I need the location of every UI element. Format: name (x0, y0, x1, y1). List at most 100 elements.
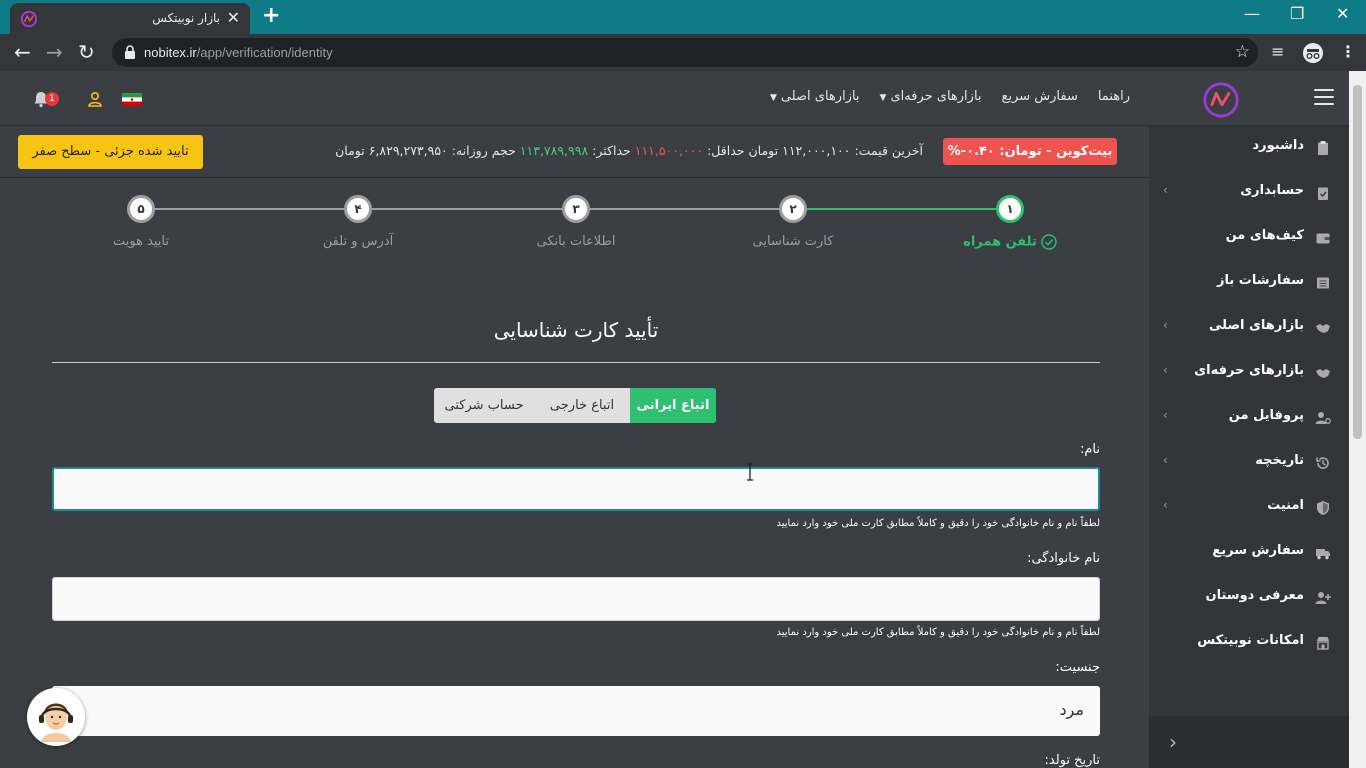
nav-main-markets[interactable]: بازارهای اصلی▼ (770, 89, 860, 104)
reading-list-icon[interactable]: ≡ (1271, 42, 1284, 61)
step-2-label: کارت شناسایی (752, 234, 834, 249)
sidebar-collapse-bar[interactable]: › (1149, 716, 1349, 768)
chevron-left-icon: ‹ (1163, 363, 1168, 377)
user-gear-icon (1315, 412, 1331, 424)
tab-foreign-nationals[interactable]: اتباع خارجی (534, 388, 630, 423)
sidebar-item-wallets[interactable]: کیف‌های من (1149, 216, 1349, 261)
step-1-label: تلفن همراه (930, 234, 1090, 250)
step-connector-done (793, 208, 1010, 210)
sidebar: داشبورد حسابداری ‹ کیف‌های من سفارشات با… (1149, 126, 1349, 768)
chevron-left-icon: ‹ (1163, 453, 1168, 467)
browser-tab-strip: بازار نوبیتکس ✕ + — ❐ ✕ (0, 0, 1366, 34)
shield-icon (1317, 501, 1329, 515)
forward-icon[interactable]: → (46, 41, 63, 63)
chevron-right-icon[interactable]: › (1169, 730, 1177, 754)
sidebar-item-pro-markets[interactable]: بازارهای حرفه‌ای ‹ (1149, 351, 1349, 396)
sidebar-item-main-markets[interactable]: بازارهای اصلی ‹ (1149, 306, 1349, 351)
back-icon[interactable]: ← (14, 41, 31, 63)
chevron-left-icon: ‹ (1163, 408, 1168, 422)
gender-label: جنسیت: (1055, 660, 1100, 675)
sidebar-item-label: کیف‌های من (1225, 228, 1304, 243)
verification-stepper: ۱ ۲ ۳ ۴ ۵ تلفن همراه کارت شناسایی اطلاعا… (0, 178, 1149, 278)
sidebar-item-label: امکانات نوبیتکس (1197, 633, 1304, 648)
bookmark-star-icon[interactable]: ☆ (1235, 42, 1250, 62)
nav-pro-markets[interactable]: بازارهای حرفه‌ای▼ (880, 89, 982, 104)
chevron-left-icon: ‹ (1163, 498, 1168, 512)
reload-icon[interactable]: ↻ (78, 41, 95, 63)
iran-flag-icon[interactable] (122, 93, 142, 106)
minimize-icon[interactable]: — (1244, 4, 1260, 24)
support-agent-icon (29, 690, 83, 744)
step-5-circle[interactable]: ۵ (127, 195, 155, 223)
step-5-label: تایید هویت (112, 234, 170, 249)
sidebar-item-referral[interactable]: معرفی دوستان (1149, 576, 1349, 621)
ticker-max-value: ۱۱۳,۷۸۹,۹۹۸ (519, 143, 589, 158)
sidebar-item-label: معرفی دوستان (1205, 588, 1304, 603)
gender-select[interactable]: مرد (52, 686, 1100, 736)
clipboard-check-icon (1318, 187, 1328, 200)
window-close-icon[interactable]: ✕ (1336, 4, 1349, 24)
step-connector (576, 208, 793, 210)
truck-icon (1316, 549, 1330, 560)
nobitex-logo-icon[interactable] (1202, 81, 1240, 119)
incognito-icon[interactable] (1302, 42, 1324, 64)
user-icon[interactable] (87, 91, 103, 107)
step-3-circle[interactable]: ۳ (562, 195, 590, 223)
list-icon (1317, 277, 1329, 289)
new-tab-icon[interactable]: + (262, 4, 280, 28)
sidebar-item-profile[interactable]: پروفایل من ‹ (1149, 396, 1349, 441)
sidebar-item-quick-order[interactable]: سفارش سریع (1149, 531, 1349, 576)
last-name-input[interactable] (52, 577, 1100, 621)
support-chat-avatar[interactable] (27, 688, 85, 746)
birthdate-label: تاریخ تولد: (1044, 753, 1101, 768)
browser-menu-icon[interactable]: ⋮ (1340, 42, 1356, 61)
sidebar-item-accounting[interactable]: حسابداری ‹ (1149, 171, 1349, 216)
top-navigation: بازارهای اصلی▼ بازارهای حرفه‌ای▼ سفارش س… (770, 89, 1130, 104)
sidebar-item-label: امنیت (1267, 498, 1304, 513)
sidebar-item-label: بازارهای اصلی (1209, 318, 1304, 333)
sidebar-item-open-orders[interactable]: سفارشات باز (1149, 261, 1349, 306)
step-4-circle[interactable]: ۴ (344, 195, 372, 223)
step-connector (358, 208, 576, 210)
sidebar-item-label: بازارهای حرفه‌ای (1194, 363, 1304, 378)
sidebar-item-features[interactable]: امکانات نوبیتکس (1149, 621, 1349, 666)
form-divider (52, 362, 1100, 363)
tab-close-icon[interactable]: ✕ (227, 8, 240, 27)
step-2-circle[interactable]: ۲ (779, 195, 807, 223)
tab-iranian-nationals[interactable]: اتباع ایرانی (630, 388, 716, 423)
handshake-icon (1316, 324, 1330, 333)
bitcoin-price-badge[interactable]: بیت‌کوین - تومان: ۰.۴۰-% (943, 138, 1117, 165)
page-scrollbar[interactable] (1349, 71, 1366, 768)
notification-badge: 1 (45, 92, 59, 106)
wallet-icon (1316, 233, 1330, 244)
sidebar-item-label: سفارش سریع (1212, 543, 1304, 558)
text-cursor-icon (747, 463, 753, 481)
tab-corporate-account[interactable]: حساب شرکتی (434, 388, 534, 423)
sidebar-item-security[interactable]: امنیت ‹ (1149, 486, 1349, 531)
first-name-input[interactable] (52, 467, 1100, 511)
sidebar-item-label: حسابداری (1240, 183, 1304, 198)
sidebar-item-label: پروفایل من (1228, 408, 1304, 423)
nav-help[interactable]: راهنما (1098, 89, 1130, 104)
last-name-label: نام خانوادگی: (1027, 551, 1100, 566)
browser-tab[interactable]: بازار نوبیتکس ✕ (10, 3, 250, 34)
hamburger-menu-icon[interactable] (1314, 89, 1334, 105)
sidebar-item-dashboard[interactable]: داشبورد (1149, 126, 1349, 171)
browser-toolbar: ← → ↻ nobitex.ir/app/verification/identi… (0, 34, 1366, 71)
verification-status-button[interactable]: تایید شده جزئی - سطح صفر (18, 135, 203, 169)
first-name-hint: لطفاً نام و نام خانوادگی خود را دقیق و ک… (776, 518, 1100, 529)
caret-down-icon: ▼ (769, 93, 777, 103)
step-1-circle[interactable]: ۱ (996, 195, 1024, 223)
chevron-left-icon: ‹ (1163, 183, 1168, 197)
nav-quick-order[interactable]: سفارش سریع (1002, 89, 1078, 104)
scrollbar-thumb[interactable] (1353, 85, 1362, 439)
step-3-label: اطلاعات بانکی (536, 234, 616, 249)
first-name-label: نام: (1079, 442, 1100, 457)
sidebar-item-label: تاریخچه (1255, 453, 1304, 468)
address-bar[interactable]: nobitex.ir/app/verification/identity ☆ (112, 38, 1258, 67)
last-name-hint: لطفاً نام و نام خانوادگی خود را دقیق و ک… (776, 627, 1100, 638)
nationality-segmented-control: اتباع ایرانی اتباع خارجی حساب شرکتی (434, 388, 716, 423)
user-plus-icon (1315, 592, 1331, 604)
sidebar-item-history[interactable]: تاریخچه ‹ (1149, 441, 1349, 486)
restore-icon[interactable]: ❐ (1290, 4, 1304, 24)
